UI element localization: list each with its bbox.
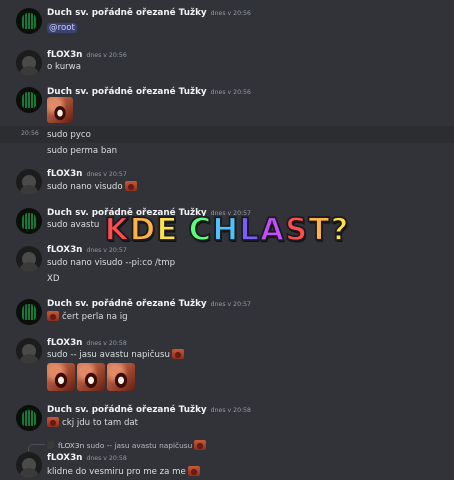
- username[interactable]: Duch sv. pořádně ořezané Tužky: [47, 299, 207, 309]
- overlay-letter: ?: [330, 211, 350, 249]
- reply-spine: [28, 444, 45, 451]
- username[interactable]: fLOX3n: [47, 169, 82, 179]
- message-2: fLOX3n dnes v 20:56 o kurwa: [0, 48, 454, 80]
- username[interactable]: Duch sv. pořádně ořezané Tužky: [47, 87, 207, 97]
- message-text-content: klidne do vesmiru pro me za me: [47, 467, 186, 477]
- timestamp: dnes v 20:58: [86, 455, 127, 462]
- message-text: klidne do vesmiru pro me za me: [47, 466, 200, 477]
- avatar-flox[interactable]: [16, 338, 42, 364]
- timestamp: dnes v 20:57: [86, 171, 127, 178]
- reply-text: sudo -- jasu avastu napičusu: [86, 441, 193, 450]
- avatar-duch[interactable]: [16, 405, 42, 431]
- overlay-caption: KDE CHLAST?: [0, 211, 454, 249]
- username[interactable]: Duch sv. pořádně ořezané Tužky: [47, 405, 207, 415]
- message-6: fLOX3n dnes v 20:57 sudo nano visudo --pi…: [0, 244, 454, 288]
- overlay-letter: D: [129, 211, 157, 249]
- message-text: sudo nano visudo: [47, 181, 137, 192]
- overlay-letter: H: [211, 211, 240, 249]
- timestamp: dnes v 20:56: [210, 89, 251, 96]
- avatar-flox[interactable]: [16, 452, 42, 478]
- screaming-face-sticker[interactable]: [77, 363, 105, 391]
- reply-author[interactable]: fLOX3n: [58, 441, 84, 450]
- overlay-letter: C: [188, 211, 213, 249]
- message-10-reply: fLOX3n sudo -- jasu avastu napičusu fLOX…: [0, 438, 454, 480]
- screaming-face-sticker[interactable]: [47, 97, 73, 123]
- message-text-content: čert perla na ig: [62, 312, 128, 322]
- username[interactable]: fLOX3n: [47, 453, 82, 463]
- avatar-duch[interactable]: [16, 299, 42, 325]
- username[interactable]: Duch sv. pořádně ořezané Tužky: [47, 8, 207, 18]
- screaming-face-sticker[interactable]: [47, 363, 75, 391]
- message-4: fLOX3n dnes v 20:57 sudo nano visudo: [0, 167, 454, 199]
- message-text-content: sudo nano visudo: [47, 182, 123, 192]
- avatar-duch[interactable]: [16, 8, 42, 34]
- screaming-face-emoji[interactable]: [124, 181, 137, 191]
- timestamp: dnes v 20:58: [86, 340, 127, 347]
- message-header: fLOX3n dnes v 20:58: [47, 338, 127, 348]
- avatar-flox[interactable]: [16, 246, 42, 272]
- message-text-content: sudo -- jasu avastu napičusu: [47, 350, 170, 360]
- overlay-letter: E: [155, 211, 179, 249]
- overlay-letter: A: [259, 211, 285, 249]
- message-7: Duch sv. pořádně ořezané Tužky dnes v 20:…: [0, 297, 454, 329]
- message-header: Duch sv. pořádně ořezané Tužky dnes v 20:…: [47, 87, 251, 97]
- timestamp: dnes v 20:58: [210, 407, 251, 414]
- side-timestamp: 20:56: [21, 130, 39, 137]
- message-8: fLOX3n dnes v 20:58 sudo -- jasu avastu n…: [0, 336, 454, 396]
- screaming-face-sticker[interactable]: [107, 363, 135, 391]
- message-text: XD: [47, 274, 60, 284]
- message-header: fLOX3n dnes v 20:58: [47, 453, 127, 463]
- avatar-flox[interactable]: [16, 50, 42, 76]
- overlay-letter: K: [104, 211, 130, 249]
- reply-avatar: [47, 441, 55, 449]
- message-text: sudo -- jasu avastu napičusu: [47, 349, 184, 360]
- avatar-flox[interactable]: [16, 169, 42, 195]
- timestamp: dnes v 20:57: [86, 247, 127, 254]
- message-text: ckj jdu to tam dat: [47, 417, 138, 428]
- message-header: fLOX3n dnes v 20:57: [47, 169, 127, 179]
- message-header: Duch sv. pořádně ořezané Tužky dnes v 20:…: [47, 8, 251, 18]
- username[interactable]: fLOX3n: [47, 50, 82, 60]
- avatar-duch[interactable]: [16, 87, 42, 113]
- screaming-face-emoji[interactable]: [187, 466, 200, 476]
- message-continuation: sudo perma ban: [0, 143, 454, 160]
- reply-preview[interactable]: fLOX3n sudo -- jasu avastu napičusu: [47, 440, 207, 450]
- username[interactable]: fLOX3n: [47, 338, 82, 348]
- message-text: o kurwa: [47, 62, 81, 72]
- screaming-face-emoji[interactable]: [47, 311, 59, 321]
- message-1: Duch sv. pořádně ořezané Tužky dnes v 20:…: [0, 6, 454, 40]
- message-text: sudo nano visudo --pi:co /tmp: [47, 258, 176, 268]
- screaming-face-emoji[interactable]: [47, 417, 59, 427]
- overlay-caption-text: KDE CHLAST?: [104, 211, 350, 249]
- message-text: @root: [47, 23, 77, 33]
- overlay-letter: S: [284, 211, 309, 249]
- message-continuation-hovered[interactable]: 20:56 sudo pyco: [0, 126, 454, 143]
- message-text: sudo pyco: [47, 130, 91, 140]
- timestamp: dnes v 20:57: [210, 301, 251, 308]
- message-header: Duch sv. pořádně ořezané Tužky dnes v 20:…: [47, 299, 251, 309]
- overlay-letter: T: [307, 211, 331, 249]
- message-3: Duch sv. pořádně ořezané Tužky dnes v 20:…: [0, 85, 454, 125]
- message-header: Duch sv. pořádně ořezané Tužky dnes v 20:…: [47, 405, 251, 415]
- mention-root[interactable]: @root: [47, 23, 77, 33]
- message-text: sudo perma ban: [47, 146, 118, 156]
- timestamp: dnes v 20:56: [86, 52, 127, 59]
- timestamp: dnes v 20:56: [210, 10, 251, 17]
- screaming-face-emoji[interactable]: [171, 349, 184, 359]
- message-text: čert perla na ig: [47, 311, 128, 322]
- message-header: fLOX3n dnes v 20:56: [47, 50, 127, 60]
- message-9: Duch sv. pořádně ořezané Tužky dnes v 20:…: [0, 403, 454, 435]
- message-text-content: ckj jdu to tam dat: [62, 418, 139, 428]
- overlay-letter: L: [238, 211, 260, 249]
- screaming-face-emoji: [194, 440, 207, 450]
